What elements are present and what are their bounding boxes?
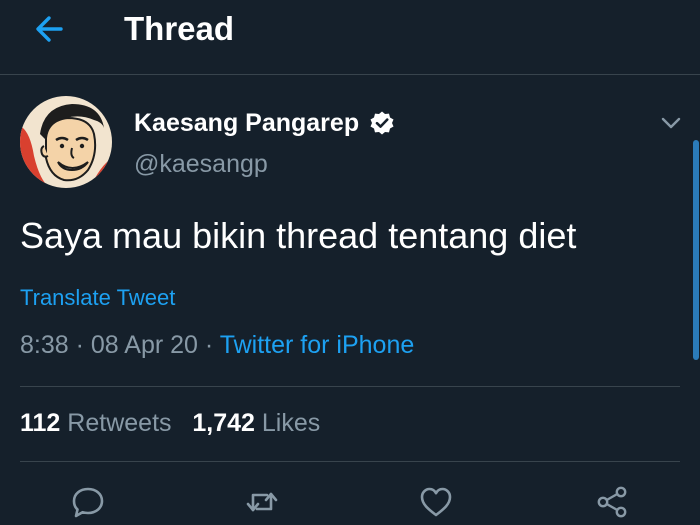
chevron-down-icon[interactable]: [658, 110, 684, 136]
translate-tweet-link[interactable]: Translate Tweet: [20, 285, 175, 311]
display-name[interactable]: Kaesang Pangarep: [134, 109, 359, 138]
tweet-meta: 8:38 · 08 Apr 20 · Twitter for iPhone: [20, 331, 414, 360]
tweet-date: 08 Apr 20: [90, 331, 198, 359]
meta-separator: ·: [75, 331, 84, 359]
avatar[interactable]: [20, 96, 112, 188]
author-name-row[interactable]: Kaesang Pangarep: [134, 106, 395, 140]
tweet-detail-screen: Thread Kaesang Pangarep @kaesangp Saya m…: [0, 0, 700, 525]
avatar-caricature-image: [20, 96, 112, 188]
retweets-label: Retweets: [67, 409, 172, 437]
divider: [20, 386, 680, 387]
likes-stat[interactable]: 1,742 Likes: [192, 409, 320, 437]
share-icon[interactable]: [594, 484, 630, 520]
scrollbar[interactable]: [693, 140, 699, 360]
meta-separator: ·: [204, 331, 214, 359]
retweets-stat[interactable]: 112 Retweets: [20, 409, 178, 437]
retweet-icon[interactable]: [244, 484, 280, 520]
top-app-bar: Thread: [0, 0, 700, 75]
page-title: Thread: [124, 10, 235, 47]
retweets-count: 112: [20, 409, 61, 437]
tweet-source-link[interactable]: Twitter for iPhone: [220, 331, 415, 359]
divider: [20, 461, 680, 462]
username-handle[interactable]: @kaesangp: [134, 150, 268, 179]
arrow-left-icon[interactable]: [30, 10, 68, 48]
likes-label: Likes: [261, 409, 321, 437]
tweet-text: Saya mau bikin thread tentang diet: [20, 215, 577, 256]
heart-icon[interactable]: [418, 484, 454, 520]
tweet-stats: 112 Retweets 1,742 Likes: [20, 409, 320, 438]
verified-badge-icon: [370, 111, 394, 135]
reply-icon[interactable]: [70, 484, 106, 520]
tweet-time: 8:38: [20, 331, 69, 359]
likes-count: 1,742: [192, 409, 255, 437]
